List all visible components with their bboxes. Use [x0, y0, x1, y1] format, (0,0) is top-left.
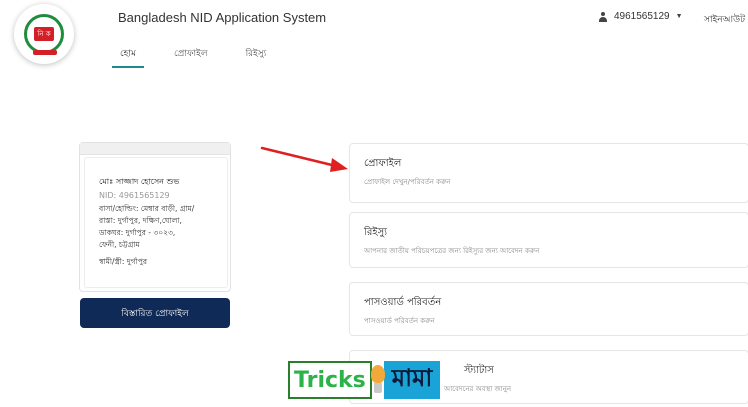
profile-name: মোঃ সাজ্জাদ হোসেন শুভ: [99, 177, 180, 186]
profile-spouse: স্বামী/স্ত্রী: দুর্গাপুর: [99, 257, 148, 266]
menu-card-password[interactable]: পাসওয়ার্ড পরিবর্তন পাসওয়ার্ড পরিবর্তন …: [349, 282, 748, 336]
profile-card: মোঃ সাজ্জাদ হোসেন শুভ NID: 4961565129 বা…: [79, 142, 231, 292]
menu-card-reissue[interactable]: রিইস্যু আপনার জাতীয় পরিচয়পত্রের জন্য র…: [349, 212, 748, 268]
top-header: নি ক Bangladesh NID Application System 4…: [0, 0, 748, 64]
menu-card-profile[interactable]: প্রোফাইল প্রোফাইল দেখুন/পরিবর্তন করুন: [349, 143, 748, 203]
logo-text: নি ক: [34, 27, 54, 41]
red-arrow-icon: [260, 146, 348, 172]
menu-title: রিইস্যু: [364, 227, 388, 238]
app-title: Bangladesh NID Application System: [118, 10, 327, 25]
watermark-text-right: মামা: [383, 361, 441, 399]
logo-emblem-icon: নি ক: [24, 14, 64, 55]
logout-link[interactable]: সাইনআউট: [704, 12, 745, 27]
user-icon: [598, 11, 608, 22]
tab-profile[interactable]: প্রোফাইল: [166, 44, 216, 68]
tab-reissue[interactable]: রিইস্যু: [238, 44, 275, 68]
menu-subtitle: আপনার জাতীয় পরিচয়পত্রের জন্য রিইস্যুর …: [364, 247, 540, 255]
menu-title: পাসওয়ার্ড পরিবর্তন: [364, 297, 442, 308]
profile-nid: NID: 4961565129: [99, 191, 170, 200]
menu-title: প্রোফাইল: [364, 158, 402, 169]
watermark-text-left: Tricks: [288, 361, 372, 399]
menu-subtitle: প্রোফাইল দেখুন/পরিবর্তন করুন: [364, 178, 451, 186]
profile-photo: [80, 143, 230, 155]
profile-details: মোঃ সাজ্জাদ হোসেন শুভ NID: 4961565129 বা…: [84, 157, 228, 288]
nav-tabs: হোম প্রোফাইল রিইস্যু: [112, 44, 296, 68]
menu-subtitle: পাসওয়ার্ড পরিবর্তন করুন: [364, 317, 435, 325]
watermark-logo: Tricks মামা: [288, 360, 458, 400]
lightbulb-icon: [370, 363, 386, 397]
tab-home[interactable]: হোম: [112, 44, 144, 68]
user-menu[interactable]: 4961565129 ▼: [598, 11, 683, 22]
user-id: 4961565129: [614, 11, 670, 22]
chevron-down-icon: ▼: [675, 13, 683, 20]
nid-logo[interactable]: নি ক: [14, 4, 74, 64]
profile-address: বাসা/হোল্ডিং: মেম্বার বাড়ী, গ্রাম/ রাস্…: [99, 204, 195, 249]
detailed-profile-button[interactable]: বিস্তারিত প্রোফাইল: [80, 298, 230, 328]
